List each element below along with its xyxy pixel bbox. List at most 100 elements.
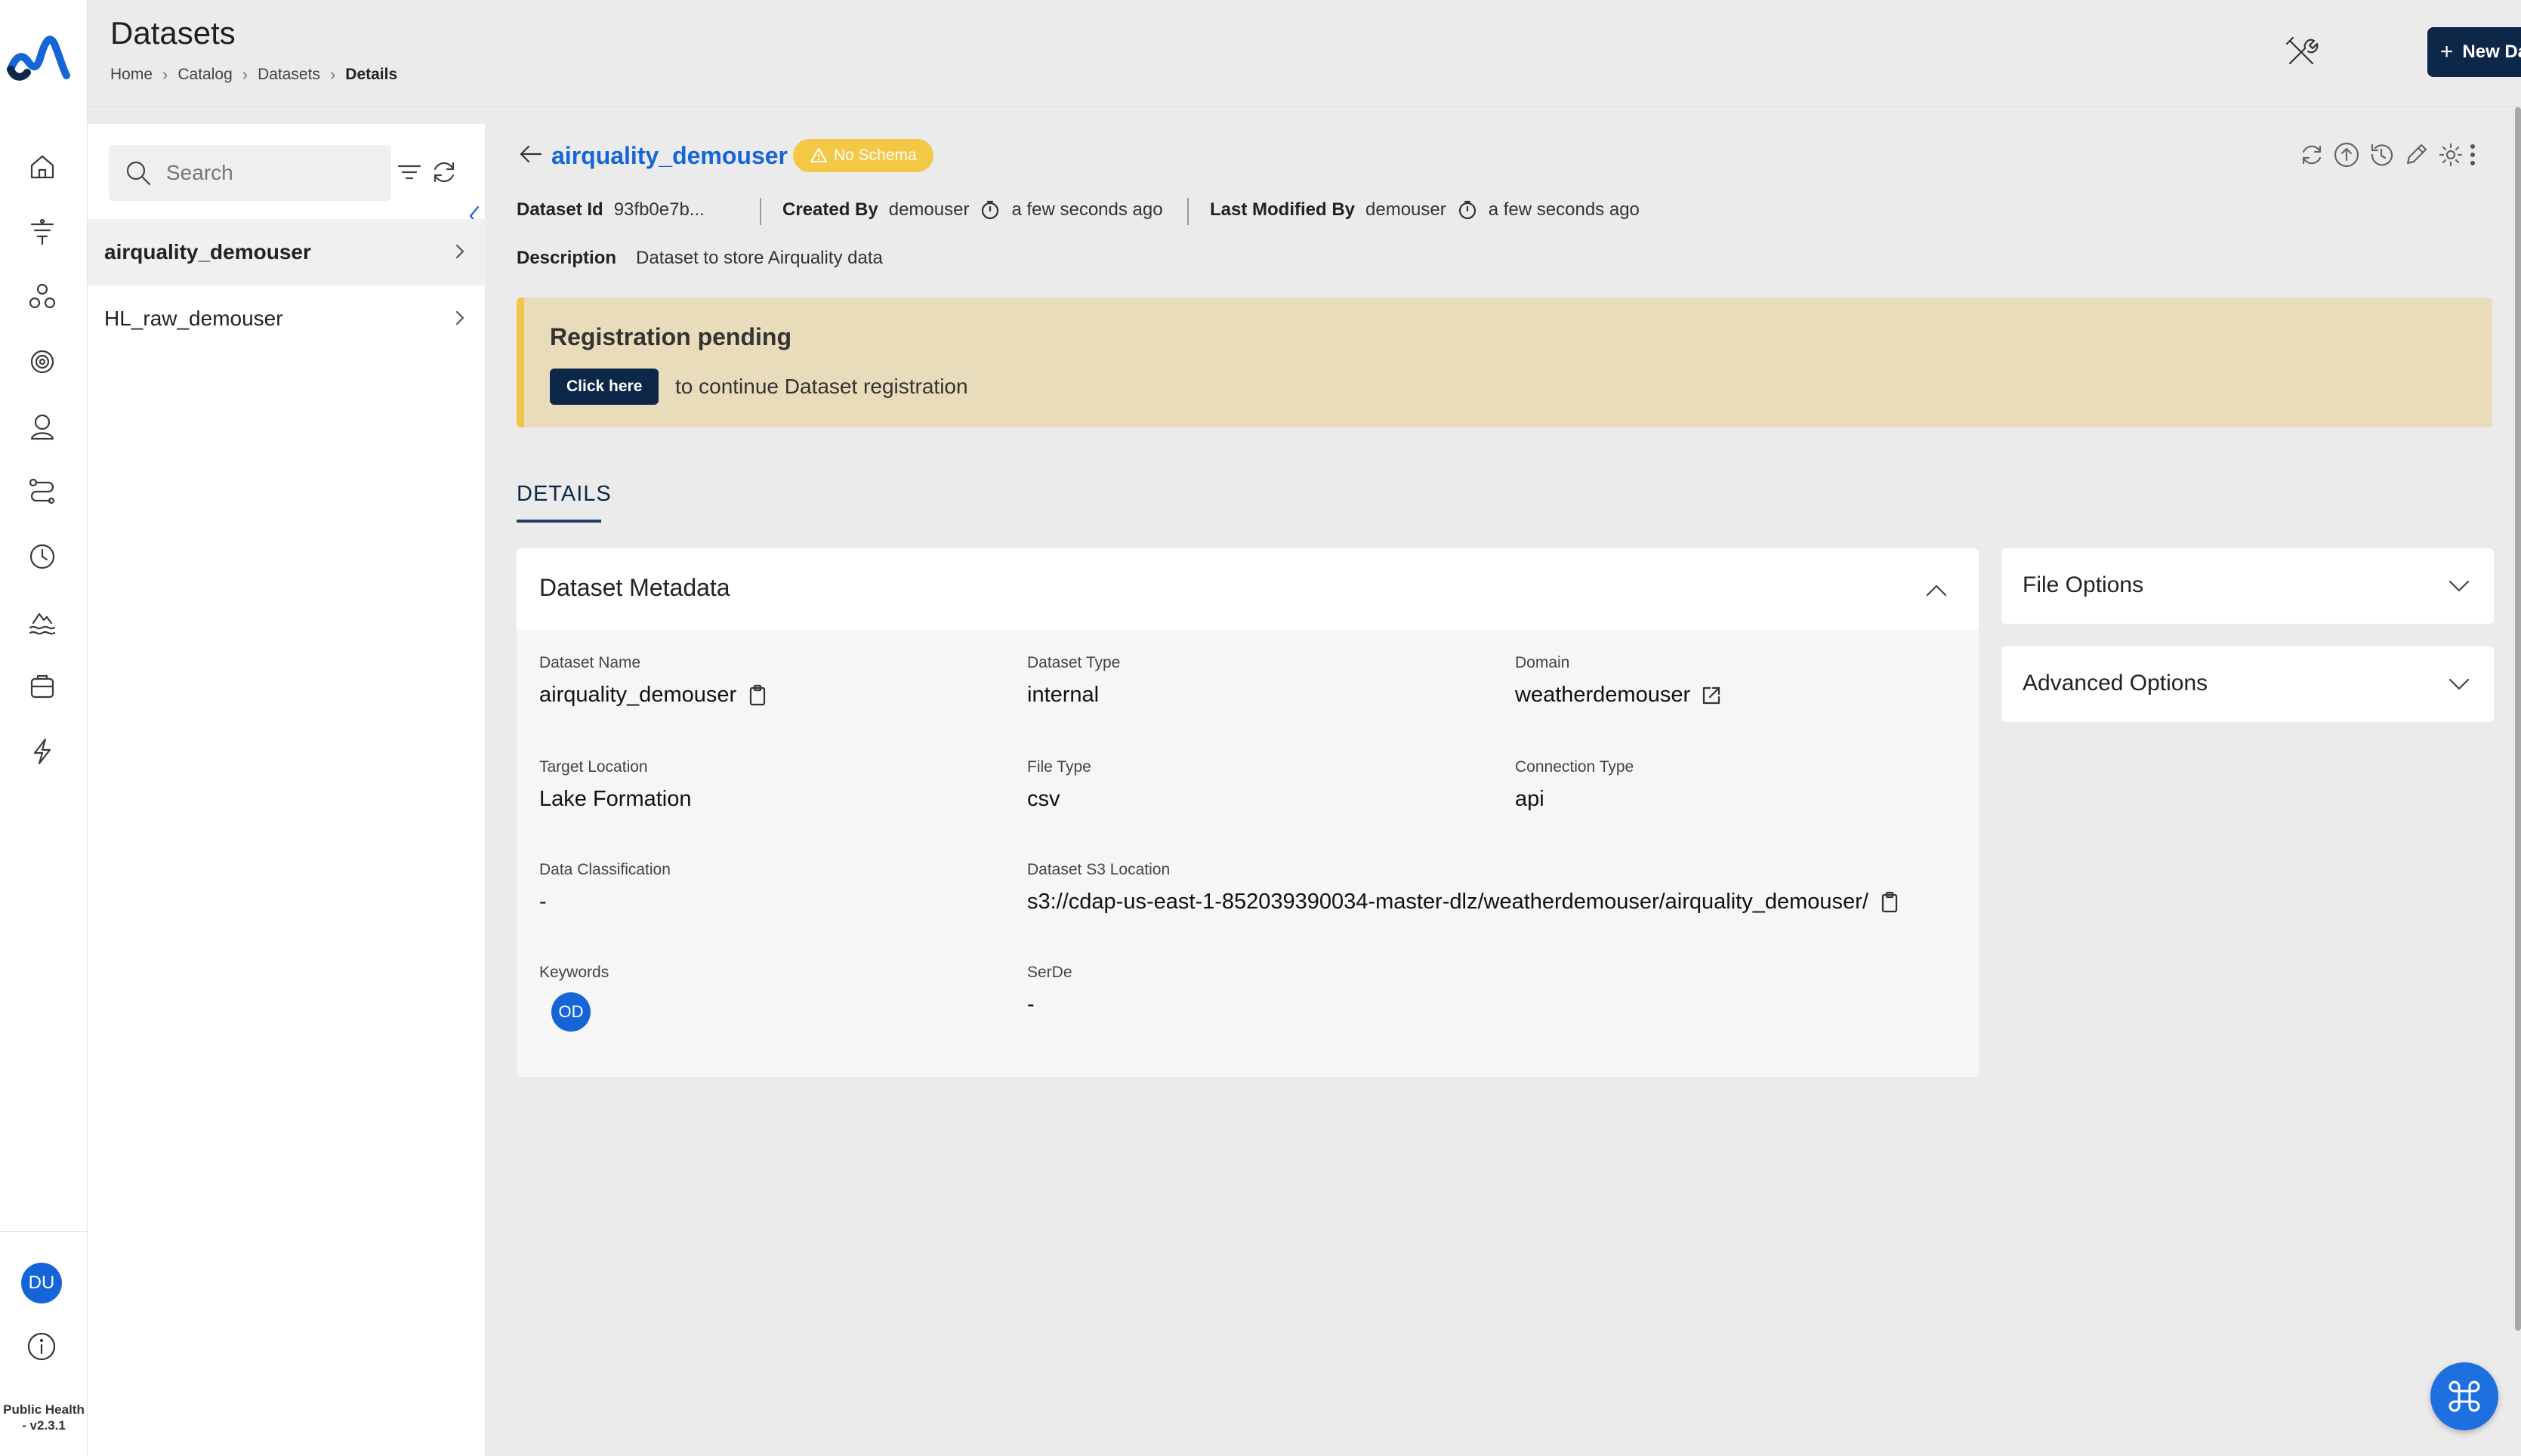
timer-icon bbox=[982, 200, 999, 220]
last-modified-by: Last Modified By demouser a few seconds … bbox=[1210, 199, 1640, 221]
field-data-classification: Data Classification - bbox=[539, 861, 671, 915]
pipeline-icon[interactable] bbox=[25, 214, 60, 249]
more-options-icon[interactable] bbox=[2465, 140, 2480, 169]
page-scrollbar[interactable] bbox=[2515, 107, 2521, 1331]
created-by: Created By demouser a few seconds ago bbox=[782, 199, 1163, 221]
profile-icon[interactable] bbox=[25, 409, 60, 444]
external-link-icon[interactable] bbox=[1699, 683, 1723, 708]
chevron-right-icon: › bbox=[242, 65, 248, 84]
search-box bbox=[109, 145, 391, 201]
nav-rail: DU Public Health - v2.3.1 bbox=[0, 0, 88, 1456]
field-dataset-type: Dataset Type internal bbox=[1027, 654, 1120, 708]
lightning-icon[interactable] bbox=[25, 734, 60, 769]
copy-icon[interactable] bbox=[745, 683, 770, 708]
field-label: SerDe bbox=[1027, 964, 1072, 981]
new-dataset-button[interactable]: + New Dataset bbox=[2427, 27, 2521, 77]
warning-icon bbox=[810, 148, 827, 162]
storage-icon[interactable] bbox=[25, 669, 60, 704]
copy-icon[interactable] bbox=[1878, 890, 1902, 915]
list-item[interactable]: airquality_demouser bbox=[88, 219, 485, 285]
connection-type-value: api bbox=[1515, 787, 1544, 811]
command-button[interactable] bbox=[2430, 1362, 2498, 1430]
history-icon[interactable] bbox=[2367, 140, 2396, 169]
created-by-label: Created By bbox=[782, 199, 878, 220]
nodes-icon[interactable] bbox=[25, 279, 60, 314]
search-icon bbox=[126, 161, 151, 186]
continue-registration-button[interactable]: Click here bbox=[550, 369, 659, 405]
home-icon[interactable] bbox=[25, 150, 60, 184]
field-label: Target Location bbox=[539, 758, 648, 776]
s3-location-value: s3://cdap-us-east-1-852039390034-master-… bbox=[1027, 890, 1868, 914]
back-arrow-icon[interactable] bbox=[515, 139, 545, 169]
page-header: Datasets Home › Catalog › Datasets › Det… bbox=[88, 0, 2521, 107]
sync-icon[interactable] bbox=[2297, 140, 2326, 169]
breadcrumb: Home › Catalog › Datasets › Details bbox=[110, 65, 397, 85]
upload-icon[interactable] bbox=[2332, 140, 2361, 169]
dataset-title: airquality_demouser bbox=[551, 142, 788, 169]
file-type-value: csv bbox=[1027, 787, 1060, 811]
advanced-options-title: Advanced Options bbox=[2023, 671, 2208, 696]
edit-icon[interactable] bbox=[2402, 140, 2430, 169]
chevron-right-icon: › bbox=[329, 65, 336, 84]
schedule-icon[interactable] bbox=[25, 539, 60, 574]
chevron-up-icon[interactable] bbox=[1921, 575, 1952, 606]
field-s3-location: Dataset S3 Location s3://cdap-us-east-1-… bbox=[1027, 861, 1902, 915]
filter-icon[interactable] bbox=[394, 157, 424, 187]
tools-icon[interactable] bbox=[2282, 33, 2320, 71]
breadcrumb-home[interactable]: Home bbox=[110, 66, 153, 84]
new-dataset-label: New Dataset bbox=[2462, 42, 2521, 62]
field-label: Dataset Type bbox=[1027, 654, 1121, 671]
workflow-icon[interactable] bbox=[25, 474, 60, 509]
target-icon[interactable] bbox=[25, 344, 60, 379]
list-item-label: airquality_demouser bbox=[104, 240, 311, 264]
search-input[interactable] bbox=[166, 161, 370, 185]
keyword-avatar[interactable]: OD bbox=[551, 992, 591, 1032]
description: Description Dataset to store Airquality … bbox=[517, 248, 883, 269]
field-value: airquality_demouser bbox=[539, 683, 770, 708]
field-label: Dataset S3 Location bbox=[1027, 861, 1171, 878]
domain-value[interactable]: weatherdemouser bbox=[1515, 683, 1690, 708]
field-dataset-name: Dataset Name airquality_demouser bbox=[539, 654, 770, 708]
settings-icon[interactable] bbox=[2436, 140, 2465, 169]
dataset-id: Dataset Id 93fb0e7b... bbox=[517, 199, 705, 221]
tab-details[interactable]: DETAILS bbox=[517, 482, 612, 507]
field-value: weatherdemouser bbox=[1515, 683, 1723, 708]
chevron-down-icon[interactable] bbox=[2444, 571, 2474, 601]
refresh-icon[interactable] bbox=[429, 157, 459, 187]
plus-icon: + bbox=[2439, 39, 2454, 64]
banner-text: to continue Dataset registration bbox=[675, 375, 968, 398]
divider bbox=[760, 198, 761, 225]
tab-indicator bbox=[517, 520, 601, 523]
file-options-panel[interactable]: File Options bbox=[2001, 548, 2494, 624]
app-version: Public Health - v2.3.1 bbox=[3, 1402, 85, 1433]
chevron-right-icon bbox=[455, 310, 464, 325]
app-logo[interactable] bbox=[6, 27, 71, 88]
advanced-options-panel[interactable]: Advanced Options bbox=[2001, 646, 2494, 722]
field-file-type: File Type csv bbox=[1027, 758, 1091, 812]
status-badge: No Schema bbox=[793, 139, 933, 172]
list-item[interactable]: HL_raw_demouser bbox=[88, 285, 485, 352]
last-modified-by-value: demouser bbox=[1365, 199, 1446, 220]
last-modified-by-label: Last Modified By bbox=[1210, 199, 1356, 220]
file-options-title: File Options bbox=[2023, 572, 2144, 597]
breadcrumb-catalog[interactable]: Catalog bbox=[177, 66, 232, 84]
dataset-id-value: 93fb0e7b... bbox=[613, 199, 705, 220]
card-title: Dataset Metadata bbox=[539, 574, 730, 601]
last-modified-time: a few seconds ago bbox=[1488, 199, 1640, 220]
classification-value: - bbox=[539, 890, 547, 914]
breadcrumb-datasets[interactable]: Datasets bbox=[258, 66, 320, 84]
rail-divider bbox=[0, 1231, 88, 1232]
lake-icon[interactable] bbox=[25, 604, 60, 639]
field-label: Keywords bbox=[539, 964, 609, 981]
card-header[interactable]: Dataset Metadata bbox=[517, 548, 1979, 630]
field-label: Dataset Name bbox=[539, 654, 641, 671]
created-by-value: demouser bbox=[888, 199, 970, 220]
info-icon[interactable] bbox=[24, 1329, 59, 1364]
dataset-metadata-card: Dataset Metadata Dataset Name airquality… bbox=[517, 548, 1979, 1077]
dataset-type-value: internal bbox=[1027, 683, 1100, 707]
chevron-down-icon[interactable] bbox=[2444, 669, 2474, 699]
user-avatar[interactable]: DU bbox=[21, 1263, 62, 1303]
field-label: Domain bbox=[1515, 654, 1570, 671]
field-connection-type: Connection Type api bbox=[1515, 758, 1634, 812]
timer-icon bbox=[1458, 200, 1476, 220]
